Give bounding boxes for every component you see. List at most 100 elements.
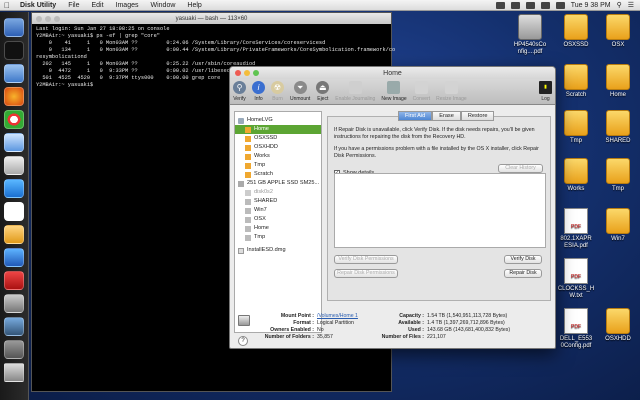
notes-icon[interactable]	[4, 225, 24, 244]
drive-icon	[606, 64, 630, 90]
drive-icon	[564, 64, 588, 90]
tab-restore[interactable]: Restore	[460, 111, 495, 121]
available-label: Available :	[398, 320, 424, 326]
sidebar-item-osx[interactable]: OSX	[235, 215, 321, 224]
menu-images[interactable]: Images	[110, 2, 145, 9]
verify-button[interactable]: ⚲ Verify	[233, 81, 246, 102]
desktop-icon[interactable]: OSXSSD	[554, 14, 598, 49]
firefox-icon[interactable]	[4, 87, 24, 106]
terminal-icon[interactable]	[4, 41, 24, 60]
desktop-icon[interactable]: OSX	[596, 14, 640, 49]
battery-icon[interactable]	[555, 1, 565, 9]
details-log[interactable]	[334, 173, 546, 248]
downloads-stack-icon[interactable]	[4, 340, 24, 359]
tab-first-aid[interactable]: First Aid	[398, 111, 433, 121]
toolbar: ⚲ Verify i Info ☢ Burn ⏷ Unmount ⏏ Eject Enab…	[230, 79, 555, 105]
menu-app-name[interactable]: Disk Utility	[14, 2, 62, 9]
chrome-icon[interactable]	[4, 110, 24, 129]
terminal-line: 202 145 1 0 Mon03AM ?? 0:25.22 /usr/sbin…	[36, 61, 256, 67]
mail-icon[interactable]	[4, 64, 24, 83]
sidebar-item-tmp[interactable]: Tmp	[235, 161, 321, 170]
terminal-titlebar[interactable]: yasuaki — bash — 113×60	[32, 13, 391, 24]
pdf-icon	[564, 208, 588, 234]
sidebar-item-osxhdd[interactable]: OSXHDD	[235, 143, 321, 152]
desktop-icon[interactable]: Tmp	[596, 158, 640, 193]
apple-menu-icon[interactable]: 	[0, 1, 14, 10]
resize-image-button[interactable]: Resize Image	[436, 81, 467, 102]
desktop-icon[interactable]: Scratch	[554, 64, 598, 99]
mount-point-link[interactable]: /Volumes/Home 1	[317, 313, 358, 319]
terminal-prompt: Y2MBAir:~ yasuaki$	[36, 82, 97, 88]
desktop-icon[interactable]: SHARED	[596, 110, 640, 145]
desktop-icon[interactable]: OSXHDD	[596, 308, 640, 343]
terminal-line: Y2MBAir:~ yasuaki$ ps -ef | grep "core"	[36, 33, 160, 39]
terminal-line: Last login: Sun Jan 27 18:08:25 on conso…	[36, 26, 170, 32]
verify-disk-permissions-button[interactable]: Verify Disk Permissions	[334, 255, 398, 264]
convert-button[interactable]: Convert	[413, 81, 430, 102]
tab-erase[interactable]: Erase	[432, 111, 461, 121]
disk-utility-icon[interactable]	[4, 294, 24, 313]
window-titlebar[interactable]: Home	[230, 67, 555, 79]
trash-icon[interactable]	[4, 363, 24, 382]
desktop-icon[interactable]: 802.1XAPR ESIA.pdf	[554, 208, 598, 250]
desktop-icon[interactable]: Win7	[596, 208, 640, 243]
desktop-icon[interactable]: DELL_E553 0Config.pdf	[554, 308, 598, 350]
disk-list-sidebar[interactable]: HomeLVG Home OSXSSD OSXHDD Works Tmp Scr…	[234, 111, 322, 333]
permissions-text: If you have a permissions problem with a…	[334, 146, 539, 159]
volume-icon[interactable]	[540, 1, 550, 9]
desktop-icon[interactable]: Home	[596, 64, 640, 99]
wifi-icon[interactable]	[525, 1, 535, 9]
volume-info: ? Mount Point :/Volumes/Home 1 Format :L…	[234, 311, 554, 348]
capacity-value: 1.54 TB (1,540,951,113,728 Bytes)	[427, 313, 508, 319]
spotlight-icon[interactable]: ⚲	[617, 1, 622, 9]
repair-disk-button[interactable]: Repair Disk	[504, 269, 542, 278]
system-preferences-icon[interactable]	[4, 317, 24, 336]
bluetooth-icon[interactable]	[510, 1, 520, 9]
sidebar-item-home-2[interactable]: Home	[235, 224, 321, 233]
preview-icon[interactable]	[4, 156, 24, 175]
menu-help[interactable]: Help	[181, 2, 207, 9]
sidebar-item-scratch[interactable]: Scratch	[235, 170, 321, 179]
desktop-icon[interactable]: CLOCKSS_H W.txt	[554, 258, 598, 300]
drive-icon	[606, 158, 630, 184]
used-label: Used :	[408, 327, 424, 333]
burn-button[interactable]: ☢ Burn	[271, 81, 284, 102]
eject-button[interactable]: ⏏ Eject	[316, 81, 330, 102]
enable-journaling-button[interactable]: Enable Journaling	[335, 81, 375, 102]
sidebar-item-works[interactable]: Works	[235, 152, 321, 161]
menu-clock[interactable]: Tue 9 38 PM	[571, 2, 611, 9]
sidebar-item-osxssd[interactable]: OSXSSD	[235, 134, 321, 143]
vmware-icon[interactable]	[4, 248, 24, 267]
info-button[interactable]: i Info	[252, 81, 265, 102]
calendar-icon[interactable]	[4, 202, 24, 221]
volume-icon	[245, 216, 251, 223]
new-image-button[interactable]: New Image	[381, 81, 407, 102]
help-button[interactable]: ?	[238, 336, 248, 346]
unmount-button[interactable]: ⏷ Unmount	[290, 81, 310, 102]
repair-disk-permissions-button[interactable]: Repair Disk Permissions	[334, 269, 398, 278]
sidebar-item-disk0s2[interactable]: disk0s2	[235, 188, 321, 197]
sidebar-item-homelvg[interactable]: HomeLVG	[235, 116, 321, 125]
finder-icon[interactable]	[4, 18, 24, 37]
sidebar-item-win7[interactable]: Win7	[235, 206, 321, 215]
verify-disk-button[interactable]: Verify Disk	[504, 255, 542, 264]
desktop-icon[interactable]: Works	[554, 158, 598, 193]
tray-status-icon[interactable]	[495, 1, 505, 9]
sidebar-item-shared[interactable]: SHARED	[235, 197, 321, 206]
sidebar-item-tmp-2[interactable]: Tmp	[235, 233, 321, 242]
clear-history-button[interactable]: Clear History	[498, 164, 543, 173]
menu-file[interactable]: File	[62, 2, 85, 9]
drive-icon	[606, 14, 630, 40]
desktop-icon[interactable]: Tmp	[554, 110, 598, 145]
log-button[interactable]: ▮ Log	[539, 81, 552, 102]
app-store-icon[interactable]	[4, 179, 24, 198]
sidebar-item-ssd-disk[interactable]: 251 GB APPLE SSD SM25...	[235, 179, 321, 188]
desktop-icon[interactable]: HP4540sCo nfig....pdf	[508, 14, 552, 56]
sidebar-item-installesd[interactable]: InstallESD.dmg	[235, 246, 321, 255]
notification-center-icon[interactable]: ☰	[628, 1, 634, 9]
sidebar-item-home[interactable]: Home	[235, 125, 321, 134]
parallels-icon[interactable]	[4, 271, 24, 290]
menu-window[interactable]: Window	[145, 2, 182, 9]
safari-icon[interactable]	[4, 133, 24, 152]
menu-edit[interactable]: Edit	[85, 2, 109, 9]
